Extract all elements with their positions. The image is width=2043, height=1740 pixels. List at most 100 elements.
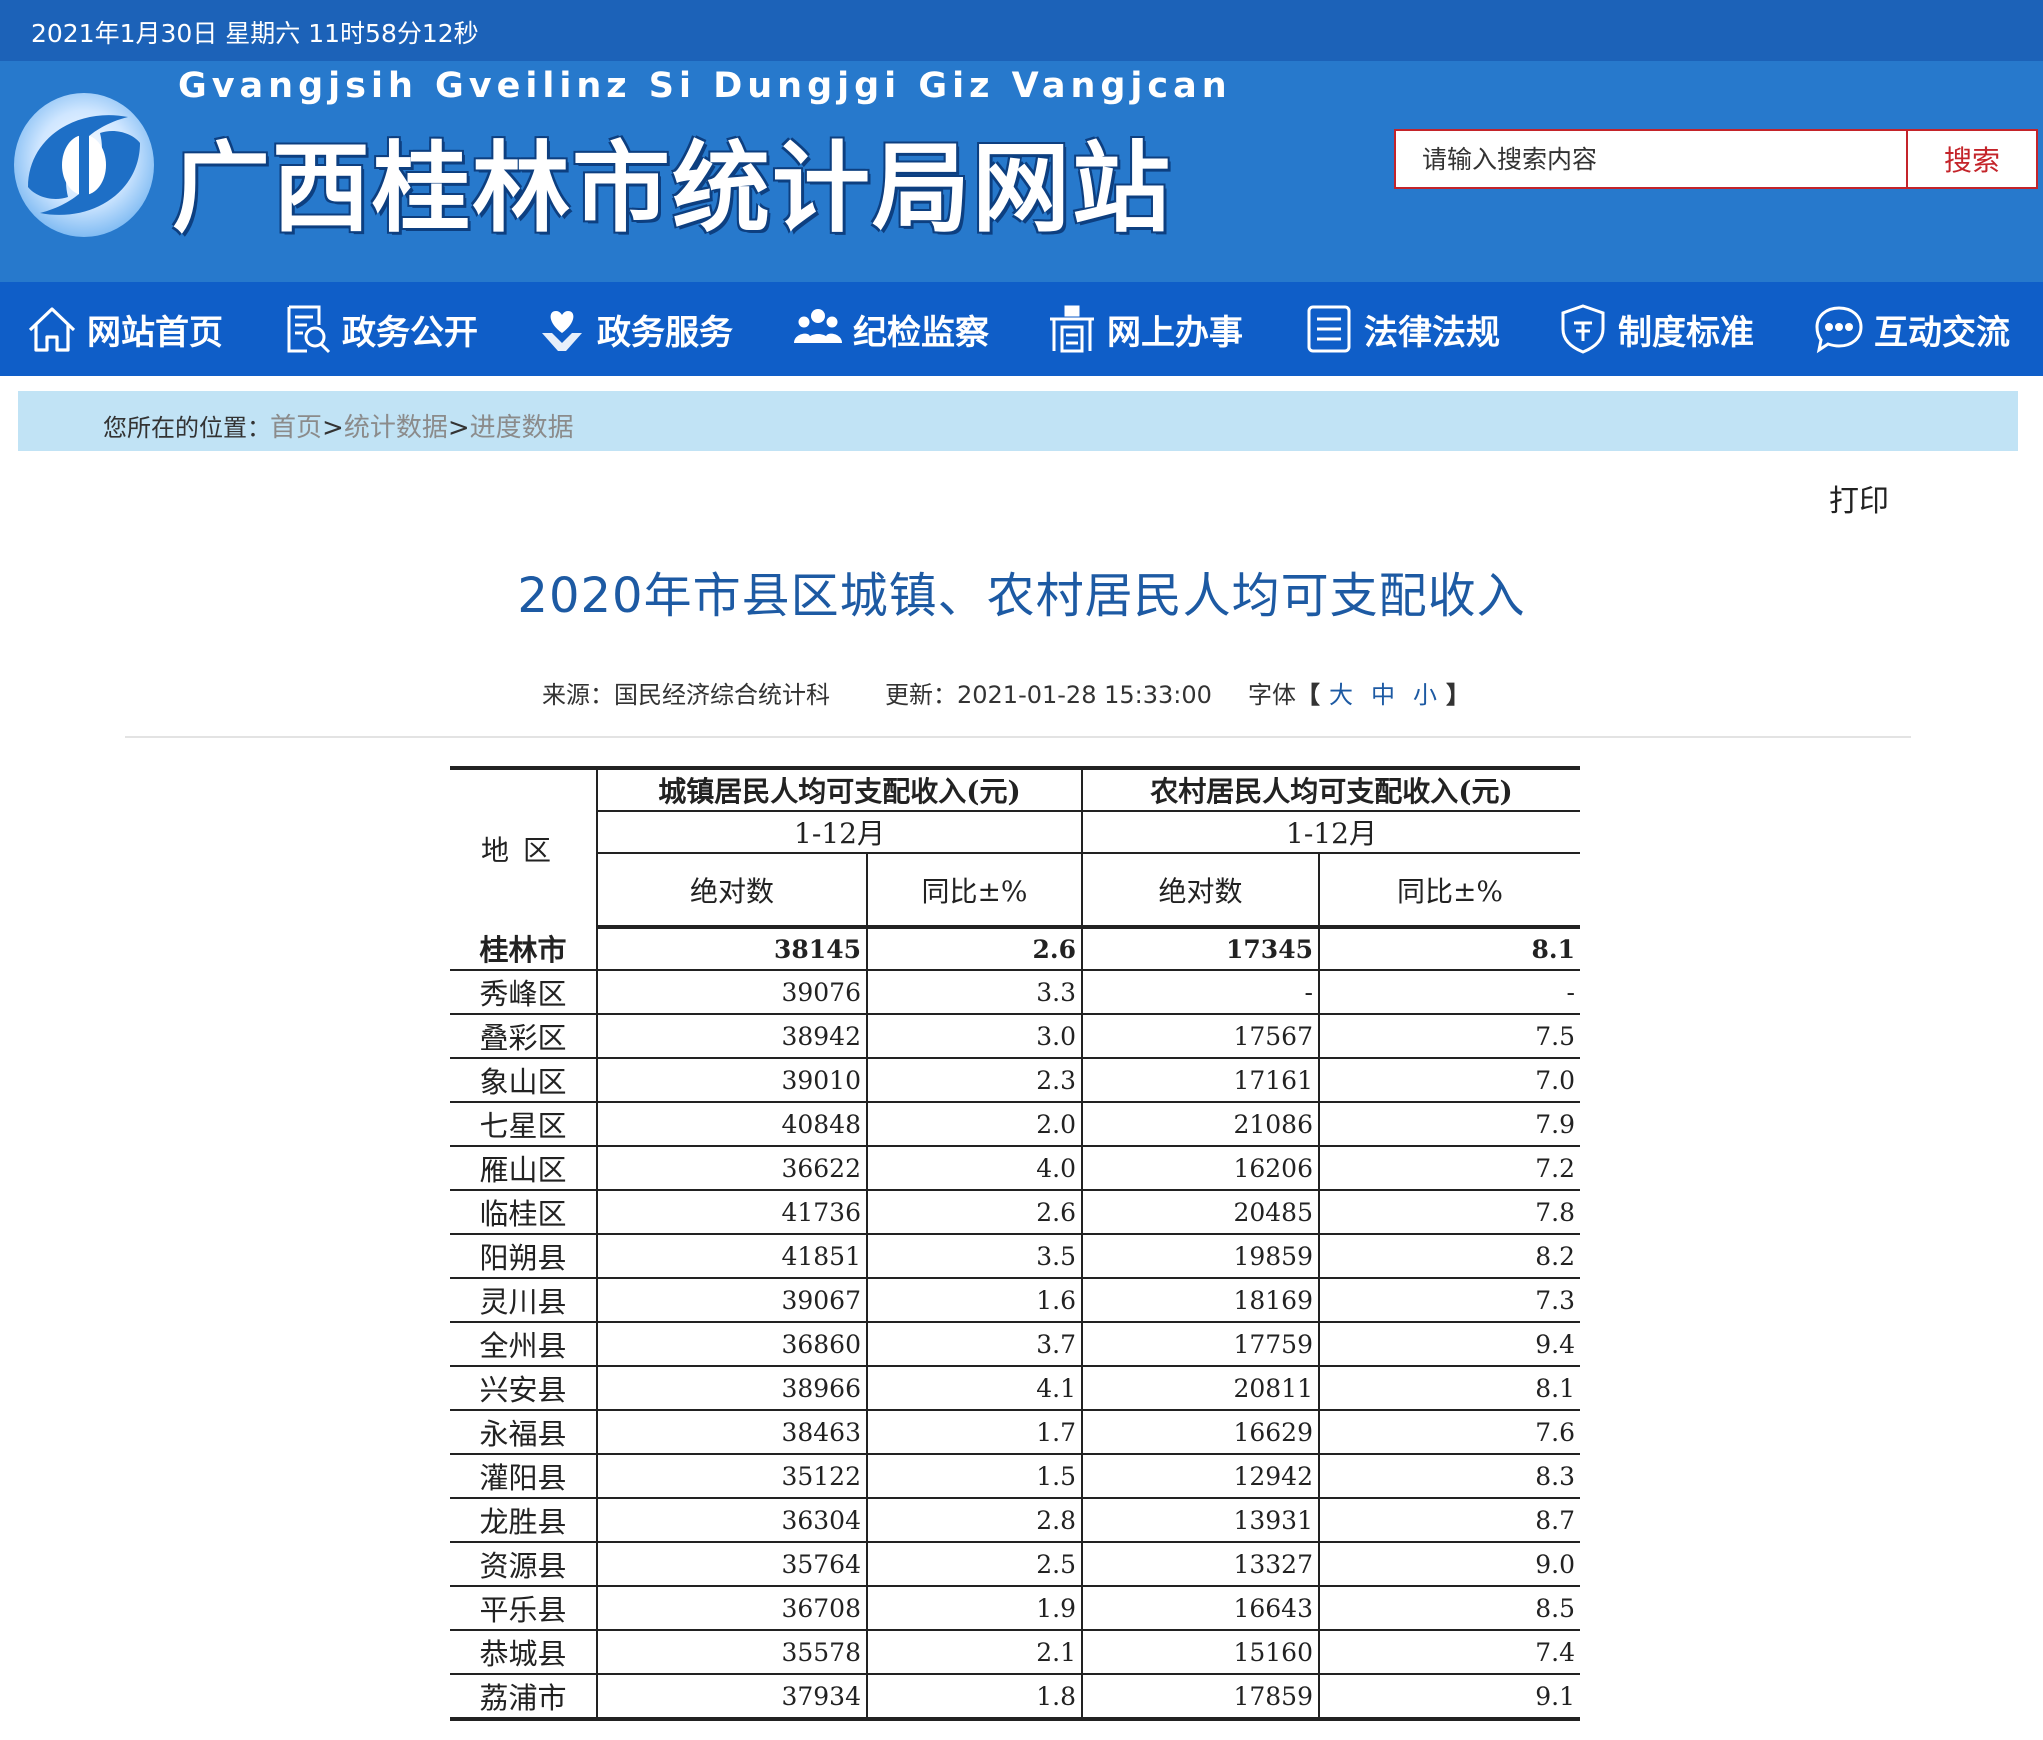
rural-yoy-cell: 9.1 [1318, 1674, 1580, 1721]
rural-yoy-cell: 7.0 [1318, 1058, 1580, 1103]
rural-yoy-cell: 8.3 [1318, 1454, 1580, 1499]
shield-badge-icon [1561, 304, 1605, 354]
nav-label: 纪检监察 [853, 312, 989, 353]
font-bracket-open: 【 [1296, 681, 1320, 709]
table-body: 桂林市 38145 2.6 17345 8.1 秀峰区 39076 3.3- - 叠彩区 38942… [450, 927, 1580, 1721]
table-row: 秀峰区 39076 3.3- - [450, 970, 1580, 1015]
urban-abs-cell: 36860 [596, 1322, 867, 1367]
region-cell: 秀峰区 [450, 970, 597, 1015]
region-cell: 龙胜县 [450, 1498, 597, 1543]
rural-yoy-cell: 9.4 [1318, 1322, 1580, 1367]
nav-item-online-services[interactable]: 网上办事 [1046, 282, 1243, 376]
region-cell: 临桂区 [450, 1190, 597, 1235]
region-cell: 灵川县 [450, 1278, 597, 1323]
nav-label: 政务公开 [342, 312, 478, 353]
urban-abs-cell: 38942 [596, 1014, 867, 1059]
article-updated: 更新：2021-01-28 15:33:00 [885, 681, 1212, 709]
region-cell: 灌阳县 [450, 1454, 597, 1499]
urban-abs-cell: 37934 [596, 1674, 867, 1721]
urban-yoy-cell: 1.5 [866, 1454, 1082, 1499]
nav-item-home[interactable]: 网站首页 [26, 282, 223, 376]
region-cell: 阳朔县 [450, 1234, 597, 1279]
rural-yoy-cell: - [1318, 970, 1580, 1015]
search-button[interactable]: 搜索 [1906, 131, 2036, 187]
nav-item-standards[interactable]: 制度标准 [1557, 282, 1754, 376]
font-size-medium[interactable]: 中 [1371, 681, 1395, 709]
region-cell: 象山区 [450, 1058, 597, 1103]
rural-yoy-cell: 8.7 [1318, 1498, 1580, 1543]
document-search-icon [287, 305, 331, 354]
urban-yoy-header: 同比±% [866, 853, 1082, 929]
rural-yoy-cell: 8.1 [1318, 1366, 1580, 1411]
table-row: 灵川县 39067 1.6 18169 7.3 [450, 1278, 1580, 1323]
rural-abs-cell: 13931 [1081, 1498, 1319, 1543]
region-cell: 永福县 [450, 1410, 597, 1455]
font-size-large[interactable]: 大 [1329, 681, 1353, 709]
urban-income-header: 城镇居民人均可支配收入(元) [596, 768, 1082, 812]
breadcrumb-link-progress[interactable]: 进度数据 [470, 413, 574, 443]
site-logo-icon[interactable] [8, 77, 160, 247]
rural-yoy-cell: 7.5 [1318, 1014, 1580, 1059]
nav-label: 政务服务 [597, 312, 733, 353]
site-header: Gvangjsih Gveilinz Si Dungjgi Giz Vangjc… [0, 61, 2043, 282]
rural-abs-cell: 17859 [1081, 1674, 1319, 1721]
urban-abs-cell: 38966 [596, 1366, 867, 1411]
table-row: 荔浦市 37934 1.8 17859 9.1 [450, 1674, 1580, 1721]
content-divider [125, 736, 1911, 738]
rural-yoy-cell: 8.1 [1318, 927, 1580, 971]
region-cell: 桂林市 [450, 927, 597, 971]
search-input[interactable] [1396, 131, 1906, 187]
urban-abs-cell: 36708 [596, 1586, 867, 1631]
nav-item-gov-affairs[interactable]: 政务公开 [281, 282, 478, 376]
table-row: 龙胜县 36304 2.8 13931 8.7 [450, 1498, 1580, 1543]
nav-item-gov-services[interactable]: 政务服务 [536, 282, 733, 376]
font-bracket-close: 】 [1446, 681, 1470, 709]
table-row: 叠彩区 38942 3.0 17567 7.5 [450, 1014, 1580, 1059]
chat-bubble-icon [1815, 306, 1863, 354]
urban-yoy-cell: 1.7 [866, 1410, 1082, 1455]
rural-yoy-cell: 8.2 [1318, 1234, 1580, 1279]
breadcrumb-separator: > [322, 413, 344, 443]
rural-abs-header: 绝对数 [1081, 853, 1319, 929]
rural-yoy-cell: 7.2 [1318, 1146, 1580, 1191]
urban-yoy-cell: 1.8 [866, 1674, 1082, 1721]
urban-yoy-cell: 2.5 [866, 1542, 1082, 1587]
table-row: 灌阳县 35122 1.5 12942 8.3 [450, 1454, 1580, 1499]
rural-yoy-cell: 7.9 [1318, 1102, 1580, 1147]
urban-abs-cell: 39010 [596, 1058, 867, 1103]
region-cell: 雁山区 [450, 1146, 597, 1191]
current-datetime: 2021年1月30日 星期六 11时58分12秒 [31, 19, 479, 48]
nav-item-discipline[interactable]: 纪检监察 [792, 282, 989, 376]
table-row: 恭城县 35578 2.1 15160 7.4 [450, 1630, 1580, 1675]
nav-item-interaction[interactable]: 互动交流 [1813, 282, 2010, 376]
urban-abs-cell: 39067 [596, 1278, 867, 1323]
region-cell: 叠彩区 [450, 1014, 597, 1059]
table-row: 临桂区 41736 2.6 20485 7.8 [450, 1190, 1580, 1235]
urban-abs-cell: 36304 [596, 1498, 867, 1543]
heart-hand-icon [542, 311, 582, 351]
people-group-icon [794, 309, 842, 343]
urban-yoy-cell: 4.1 [866, 1366, 1082, 1411]
nav-item-laws[interactable]: 法律法规 [1303, 282, 1500, 376]
rural-abs-cell: 20485 [1081, 1190, 1319, 1235]
urban-yoy-cell: 2.1 [866, 1630, 1082, 1675]
list-document-icon [1307, 305, 1351, 353]
table-row: 象山区 39010 2.3 17161 7.0 [450, 1058, 1580, 1103]
rural-yoy-cell: 7.8 [1318, 1190, 1580, 1235]
table-row: 资源县 35764 2.5 13327 9.0 [450, 1542, 1580, 1587]
font-size-small[interactable]: 小 [1413, 681, 1437, 709]
rural-abs-cell: 21086 [1081, 1102, 1319, 1147]
region-cell: 全州县 [450, 1322, 597, 1367]
print-button[interactable]: 打印 [1829, 476, 1889, 520]
urban-abs-cell: 39076 [596, 970, 867, 1015]
table-row: 永福县 38463 1.7 16629 7.6 [450, 1410, 1580, 1455]
rural-abs-cell: 16643 [1081, 1586, 1319, 1631]
breadcrumb-link-stats[interactable]: 统计数据 [344, 413, 448, 443]
breadcrumb-link-home[interactable]: 首页 [270, 413, 322, 443]
urban-yoy-cell: 3.5 [866, 1234, 1082, 1279]
urban-abs-cell: 38463 [596, 1410, 867, 1455]
urban-yoy-cell: 3.7 [866, 1322, 1082, 1367]
urban-yoy-cell: 3.0 [866, 1014, 1082, 1059]
rural-abs-cell: 16629 [1081, 1410, 1319, 1455]
table-row: 七星区 40848 2.0 21086 7.9 [450, 1102, 1580, 1147]
